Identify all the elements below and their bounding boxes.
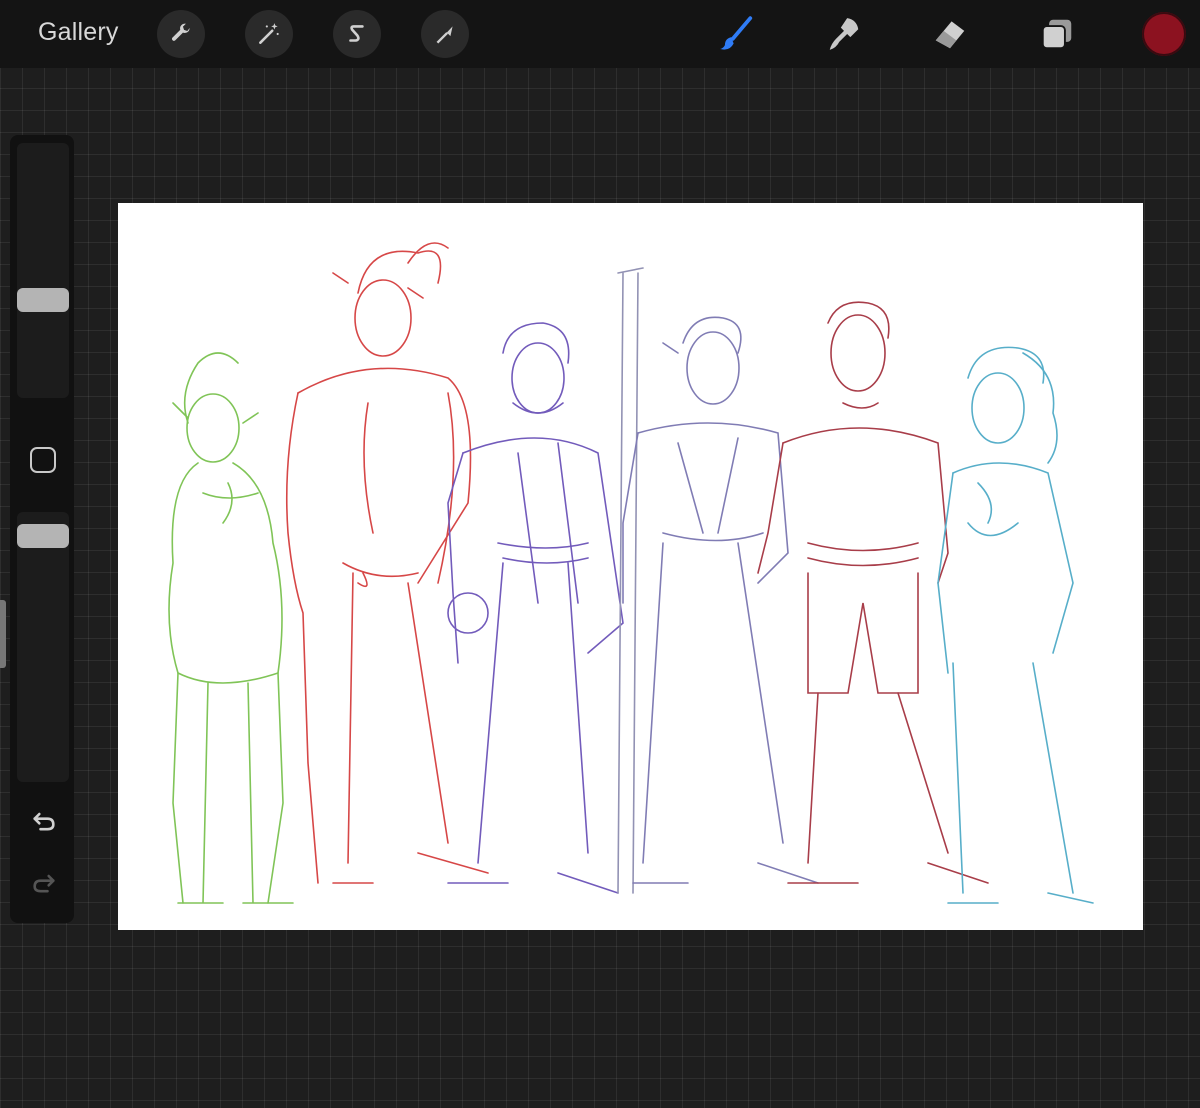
modify-button[interactable] — [30, 447, 56, 473]
opacity-slider[interactable] — [17, 512, 69, 782]
eraser-button[interactable] — [928, 12, 972, 56]
lavender-figure-sketch — [622, 316, 819, 884]
left-sidebar — [10, 135, 74, 923]
eraser-icon — [935, 21, 965, 49]
magic-wand-icon — [259, 23, 279, 44]
staff-sketch — [617, 267, 644, 894]
color-picker-button[interactable] — [1142, 12, 1186, 56]
actions-button[interactable] — [157, 10, 205, 58]
smudge-icon — [829, 18, 859, 50]
brush-size-slider[interactable] — [17, 143, 69, 398]
sidebar-edge-tab[interactable] — [0, 600, 6, 668]
brush-icon — [720, 16, 753, 50]
layers-icon — [1041, 19, 1072, 50]
redo-icon[interactable] — [30, 869, 58, 897]
green-figure-sketch — [168, 352, 294, 904]
brush-button[interactable] — [714, 12, 758, 56]
opacity-handle[interactable] — [17, 524, 69, 548]
transform-button[interactable] — [421, 10, 469, 58]
selection-button[interactable] — [333, 10, 381, 58]
maroon-figure-sketch — [757, 301, 989, 884]
undo-icon[interactable] — [30, 807, 58, 835]
brush-size-handle[interactable] — [17, 288, 69, 312]
teal-figure-sketch — [937, 346, 1094, 904]
sketch-artwork — [168, 242, 1094, 904]
selection-s-icon — [349, 25, 364, 42]
adjustments-button[interactable] — [245, 10, 293, 58]
purple-figure-sketch — [447, 322, 624, 894]
red-figure-sketch — [285, 242, 489, 884]
drawing-canvas[interactable] — [118, 203, 1143, 930]
gallery-button[interactable]: Gallery — [38, 18, 119, 47]
arrow-cursor-icon — [436, 26, 453, 44]
smudge-button[interactable] — [822, 12, 866, 56]
wrench-icon — [171, 23, 190, 41]
top-toolbar: Gallery — [0, 0, 1200, 68]
layers-button[interactable] — [1035, 12, 1079, 56]
